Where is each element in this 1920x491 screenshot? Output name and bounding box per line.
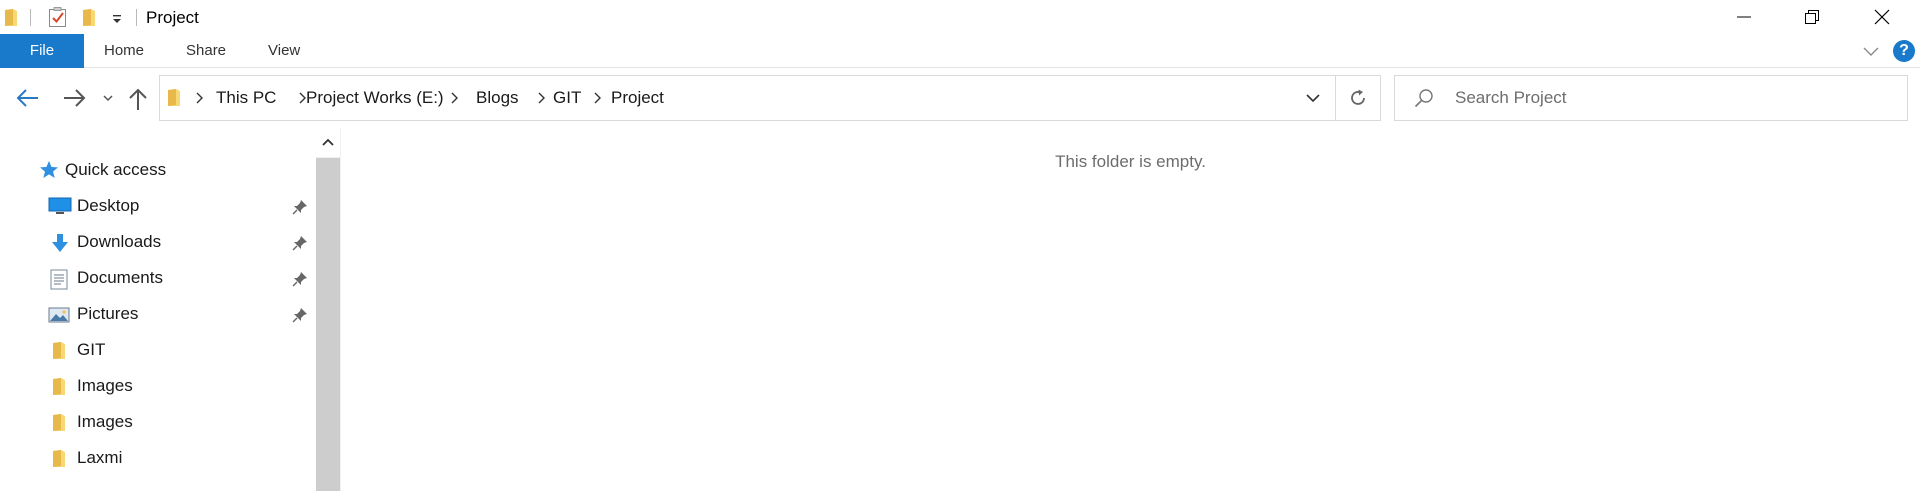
ribbon-tab-bar: File Home Share View ? <box>0 34 1920 68</box>
tab-home[interactable]: Home <box>104 34 144 68</box>
forward-arrow-icon[interactable] <box>60 86 88 110</box>
downloads-icon <box>52 234 68 252</box>
breadcrumb-blogs[interactable]: Blogs <box>476 88 519 108</box>
folder-icon <box>53 450 65 467</box>
recent-locations-icon[interactable] <box>100 90 116 106</box>
chevron-right-icon[interactable] <box>593 91 603 105</box>
nav-item-label: Documents <box>77 268 163 287</box>
search-icon <box>1414 89 1433 108</box>
pin-icon[interactable] <box>292 235 308 251</box>
close-icon <box>1874 9 1890 25</box>
pin-icon[interactable] <box>292 271 308 287</box>
nav-item-images[interactable]: Images <box>0 406 310 438</box>
pin-icon[interactable] <box>292 199 308 215</box>
nav-item-label: Pictures <box>77 304 139 323</box>
nav-item-git[interactable]: GIT <box>0 334 310 366</box>
close-button[interactable] <box>1852 0 1912 34</box>
nav-pane-scrollbar[interactable] <box>316 128 340 491</box>
nav-item-label: Images <box>77 376 133 395</box>
toolbar-separator <box>136 9 137 26</box>
restore-icon <box>1805 10 1819 24</box>
chevron-right-icon[interactable] <box>195 91 205 105</box>
nav-item-downloads[interactable]: Downloads <box>0 226 310 258</box>
nav-item-label: Quick access <box>65 160 167 179</box>
address-bar[interactable]: This PC Project Works (E:) Blogs GIT Pro… <box>159 75 1381 121</box>
folder-icon <box>53 342 65 359</box>
nav-item-documents[interactable]: Documents <box>0 262 310 294</box>
pictures-icon <box>48 307 70 323</box>
folder-icon <box>53 378 65 395</box>
address-divider <box>1335 76 1336 120</box>
nav-item-label: Laxmi <box>77 448 123 467</box>
minimize-icon <box>1737 16 1751 18</box>
chevron-down-icon[interactable] <box>1304 91 1322 105</box>
nav-item-label: Downloads <box>77 232 162 251</box>
nav-item-pictures[interactable]: Pictures <box>0 298 310 330</box>
nav-item-desktop[interactable]: Desktop <box>0 190 310 222</box>
breadcrumb-project-works[interactable]: Project Works (E:) <box>306 88 444 108</box>
help-icon[interactable]: ? <box>1893 40 1915 62</box>
toolbar-separator <box>30 9 31 26</box>
back-arrow-icon[interactable] <box>14 86 42 110</box>
new-folder-icon[interactable] <box>82 8 96 27</box>
nav-item-laxmi[interactable]: Laxmi <box>0 442 310 474</box>
chevron-up-icon <box>322 138 334 146</box>
up-arrow-icon[interactable] <box>126 86 150 112</box>
scroll-up-button[interactable] <box>316 128 340 158</box>
documents-icon <box>50 269 68 290</box>
properties-icon[interactable] <box>48 7 68 28</box>
search-input[interactable] <box>1455 76 1895 120</box>
nav-item-label: Desktop <box>77 196 140 215</box>
star-icon <box>40 161 58 178</box>
nav-item-images[interactable]: Images <box>0 370 310 402</box>
tab-share[interactable]: Share <box>186 34 226 68</box>
tab-view[interactable]: View <box>268 34 300 68</box>
pin-icon[interactable] <box>292 307 308 323</box>
nav-item-quick-access[interactable]: Quick access <box>0 154 310 186</box>
breadcrumb-git[interactable]: GIT <box>553 88 581 108</box>
nav-item-label: Images <box>77 412 133 431</box>
nav-item-label: GIT <box>77 340 106 359</box>
expand-ribbon-icon[interactable] <box>1862 44 1880 58</box>
breadcrumb-this-pc[interactable]: This PC <box>216 88 276 108</box>
folder-icon <box>168 89 180 106</box>
window-title: Project <box>146 8 199 27</box>
restore-button[interactable] <box>1782 0 1842 34</box>
empty-folder-message: This folder is empty. <box>1055 152 1206 171</box>
folder-icon[interactable] <box>4 8 18 27</box>
folder-icon <box>53 414 65 431</box>
chevron-right-icon[interactable] <box>537 91 547 105</box>
chevron-right-icon[interactable] <box>450 91 460 105</box>
tab-file[interactable]: File <box>0 34 84 68</box>
breadcrumb-project[interactable]: Project <box>611 88 664 108</box>
desktop-icon <box>48 197 72 214</box>
pane-divider[interactable] <box>340 128 341 491</box>
title-bar: Project <box>0 0 1920 36</box>
navigation-pane: Quick access Desktop Downloads Documents… <box>0 128 316 491</box>
customize-toolbar-icon[interactable] <box>110 12 124 26</box>
search-box[interactable] <box>1394 75 1908 121</box>
minimize-button[interactable] <box>1714 0 1774 34</box>
refresh-icon[interactable] <box>1346 86 1370 110</box>
